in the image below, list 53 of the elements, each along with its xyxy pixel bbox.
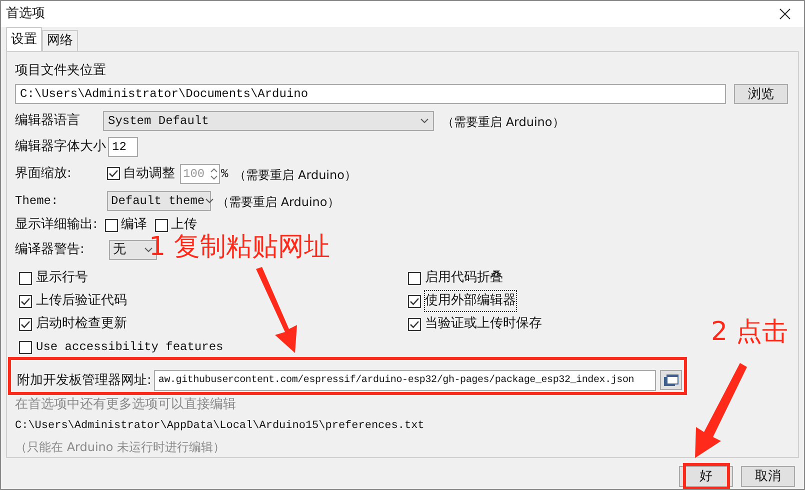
checkbox-label: Use accessibility features [35, 339, 224, 356]
tab[interactable]: 设置 [6, 27, 42, 51]
cancel-button[interactable]: 取消 [741, 466, 795, 487]
edit-note: （只能在 Arduino 未运行时进行编辑） [15, 439, 226, 456]
field-label: 显示详细输出: [15, 216, 98, 234]
checkbox-label: 上传 [171, 216, 197, 234]
checkbox-label: 上传后验证代码 [35, 292, 128, 310]
field-label: 编译器警告: [15, 241, 86, 259]
checkbox-label: 启用代码折叠 [424, 269, 504, 288]
preferences-path: C:\Users\Administrator\AppData\Local\Arduino15\preferences.txt [15, 419, 424, 434]
field-label: Theme: [15, 192, 60, 210]
checked-checkbox[interactable] [107, 167, 120, 180]
field-label: 编辑器字体大小 [15, 138, 106, 156]
hint-text: 在首选项中还有更多选项可以直接编辑 [15, 396, 236, 414]
language-dropdown[interactable]: System Default [103, 110, 434, 131]
checkbox[interactable] [155, 218, 168, 232]
percent-sign: % [221, 166, 228, 183]
highlight-frame [683, 463, 730, 489]
checkbox-label: 启动时检查更新 [35, 315, 128, 334]
checkbox-label: 自动调整 [123, 164, 175, 183]
window-title: 首选项 [6, 5, 45, 24]
caret-icon [144, 246, 153, 253]
window-icon[interactable] [660, 370, 682, 390]
field-label: 界面缩放: [15, 164, 72, 183]
path-field[interactable]: C:\Users\Administrator\Documents\Arduino [15, 84, 726, 104]
checkbox[interactable] [19, 272, 32, 285]
checkbox[interactable] [19, 340, 32, 354]
checkbox-label: 显示行号 [35, 269, 89, 288]
checkbox[interactable] [105, 218, 118, 232]
restart-note: （需要重启 Arduino） [442, 114, 564, 129]
checkbox-label: 编译 [121, 216, 147, 234]
annotation-text: 2 点击 [711, 319, 788, 345]
restart-note: （需要重启 Arduino） [234, 168, 356, 182]
theme-dropdown[interactable]: Default theme [107, 190, 211, 211]
restart-note: （需要重启 Arduino） [217, 194, 340, 209]
checked-checkbox[interactable] [19, 318, 32, 331]
caret-icon [204, 198, 214, 204]
font-size-field[interactable]: 12 [108, 137, 138, 157]
checkbox[interactable] [408, 272, 421, 285]
caret-icon [420, 118, 429, 124]
field-label: 附加开发板管理器网址: [17, 372, 152, 390]
checkbox-label: 当验证或上传时保存 [424, 315, 543, 334]
spinner-arrows-icon[interactable] [209, 166, 219, 182]
board-url-field[interactable]: aw.githubusercontent.com/espressif/arduino-esp32/gh-pages/package_esp32_index.json [154, 370, 656, 391]
field-label: 项目文件夹位置 [15, 62, 106, 80]
checked-checkbox[interactable] [19, 294, 32, 308]
checked-checkbox[interactable] [408, 294, 421, 308]
checkbox-label: 使用外部编辑器 [424, 290, 517, 312]
close-icon[interactable] [779, 8, 791, 20]
browse-button[interactable]: 浏览 [734, 84, 788, 104]
tab[interactable]: 网络 [42, 30, 78, 51]
checked-checkbox[interactable] [408, 318, 421, 331]
field-label: 编辑器语言 [15, 112, 81, 130]
